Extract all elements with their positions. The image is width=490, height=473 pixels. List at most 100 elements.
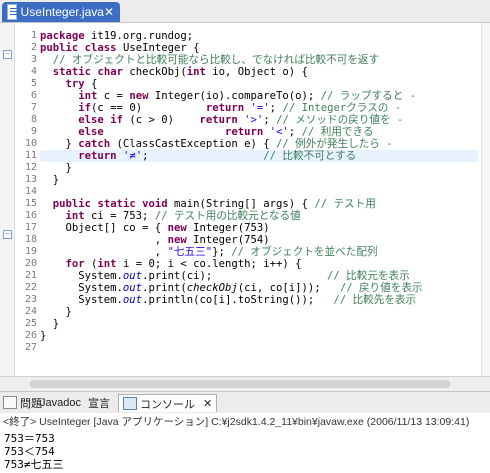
tab-label: Javadoc [40, 396, 81, 409]
comment: // 比較元を表示 [327, 270, 410, 282]
comment: // オブジェクトと比較可能なら比較し、でなければ比較不可を返す [40, 54, 380, 66]
editor-tab-useinteger[interactable]: UseInteger.java ✕ [2, 2, 120, 22]
code-text: it19.org.rundog; [84, 30, 194, 42]
static-field: out [122, 270, 143, 282]
comment: // 比較不可とする [263, 150, 357, 162]
line-number: 11 [24, 150, 37, 161]
code-text: i = 0; i < co.length; i++) { [116, 258, 302, 270]
keyword: void [142, 198, 168, 210]
string-literal: "七五三" [167, 246, 213, 258]
keyword: int [97, 258, 117, 270]
code-line: } [40, 330, 47, 342]
code-text: Integer(753) [186, 222, 270, 234]
code-line: System.out.print(ci); // 比較元を表示 [40, 270, 410, 282]
editor-horizontal-scrollbar[interactable] [0, 376, 490, 391]
comment: // Integerクラスの - [282, 102, 402, 114]
line-number: 1 [30, 30, 37, 41]
code-text: (c == 0) [91, 102, 206, 114]
code-text: { [84, 78, 98, 90]
console-icon [123, 397, 137, 410]
line-number: 24 [24, 306, 37, 317]
keyword: char [97, 66, 123, 78]
line-number: 9 [30, 126, 37, 137]
code-text: checkObj( [122, 66, 187, 78]
code-line: } catch (ClassCastException e) { // 例外が発… [40, 138, 393, 150]
keyword: new [129, 90, 149, 102]
keyword: for [65, 258, 85, 270]
line-number: 21 [24, 270, 37, 281]
code-editor[interactable]: − − 1 2 3 4 5 6 7 8 9 10 11 12 13 14 15 … [0, 23, 490, 390]
line-number: 13 [24, 174, 37, 185]
tab-label: 問題 [20, 397, 42, 410]
tab-javadoc[interactable]: Javadoc [40, 394, 81, 411]
line-number: 10 [24, 138, 37, 149]
code-line: } [40, 162, 72, 174]
line-number-gutter: 1 2 3 4 5 6 7 8 9 10 11 12 13 14 15 16 1… [15, 23, 37, 390]
java-file-icon [7, 4, 17, 20]
code-line: public class UseInteger { [40, 42, 199, 54]
close-icon[interactable]: ✕ [104, 5, 114, 19]
line-number: 19 [24, 246, 37, 257]
code-text: , [40, 234, 168, 246]
tab-declaration[interactable]: 宣言 [88, 394, 110, 411]
static-method: checkObj [186, 282, 238, 294]
code-line: // オブジェクトと比較可能なら比較し、でなければ比較不可を返す [40, 54, 379, 66]
line-number: 23 [24, 294, 37, 305]
code-text: System. [40, 270, 123, 282]
comment: // テスト用 [314, 198, 376, 210]
code-line: else if (c > 0) return '>'; // メソッドの戻り値を… [40, 114, 403, 126]
line-number: 8 [30, 114, 37, 125]
keyword: public [40, 42, 79, 54]
console-output[interactable]: 753＝753 753＜754 753≠七五三 [0, 431, 490, 473]
keyword: if [78, 102, 92, 114]
scrollbar-thumb[interactable] [30, 380, 450, 388]
code-text: System. [40, 282, 123, 294]
line-number: 16 [24, 210, 37, 221]
code-text: .println(co[i].toString()); [142, 294, 334, 306]
tab-label: コンソール [140, 398, 195, 411]
tab-problems[interactable]: 問題 [3, 394, 42, 411]
code-line: try { [40, 78, 98, 90]
line-number: 3 [30, 54, 37, 65]
fold-collapse-icon[interactable]: − [3, 230, 12, 239]
keyword: else [78, 126, 104, 138]
comment: // 利用できる [301, 126, 374, 138]
editor-tab-bar: UseInteger.java ✕ [0, 0, 490, 23]
comment: // メソッドの戻り値を - [276, 114, 404, 126]
code-text: }; [212, 246, 232, 258]
code-line: System.out.print(checkObj(ci, co[i])); /… [40, 282, 422, 294]
keyword: return [224, 126, 264, 138]
keyword: catch [78, 138, 111, 150]
comment: // テスト用の比較元となる値 [154, 210, 301, 222]
code-line: else return '<'; // 利用できる [40, 126, 373, 138]
line-number: 17 [24, 222, 37, 233]
keyword: int [186, 66, 206, 78]
line-number: 12 [24, 162, 37, 173]
keyword: static [97, 198, 136, 210]
tab-console[interactable]: コンソール ✕ [118, 394, 218, 412]
code-line: Object[] co = { new Integer(753) [40, 222, 270, 234]
code-text: .print(ci); [142, 270, 328, 282]
keyword: int [78, 90, 98, 102]
static-field: out [122, 294, 143, 306]
code-line: package it19.org.rundog; [40, 30, 193, 42]
code-text: ci = 753; [84, 210, 155, 222]
static-field: out [122, 282, 143, 294]
string-literal: '<' [269, 126, 289, 138]
tab-label: 宣言 [88, 397, 110, 410]
line-number: 6 [30, 90, 37, 101]
keyword: try [65, 78, 85, 90]
fold-collapse-icon[interactable]: − [3, 50, 12, 59]
code-text: Integer(io).compareTo(o); [148, 90, 321, 102]
code-area[interactable]: package it19.org.rundog; public class Us… [40, 23, 480, 390]
code-text: Object[] co = { [40, 222, 168, 234]
editor-vertical-scrollbar[interactable] [481, 23, 490, 390]
code-text: ; [263, 114, 277, 126]
keyword: if [110, 114, 123, 126]
keyword: else [78, 114, 104, 126]
string-literal: '=' [250, 102, 270, 114]
line-number: 26 [24, 330, 37, 341]
close-icon[interactable]: ✕ [203, 397, 212, 410]
console-line: 753≠七五三 [4, 458, 64, 471]
